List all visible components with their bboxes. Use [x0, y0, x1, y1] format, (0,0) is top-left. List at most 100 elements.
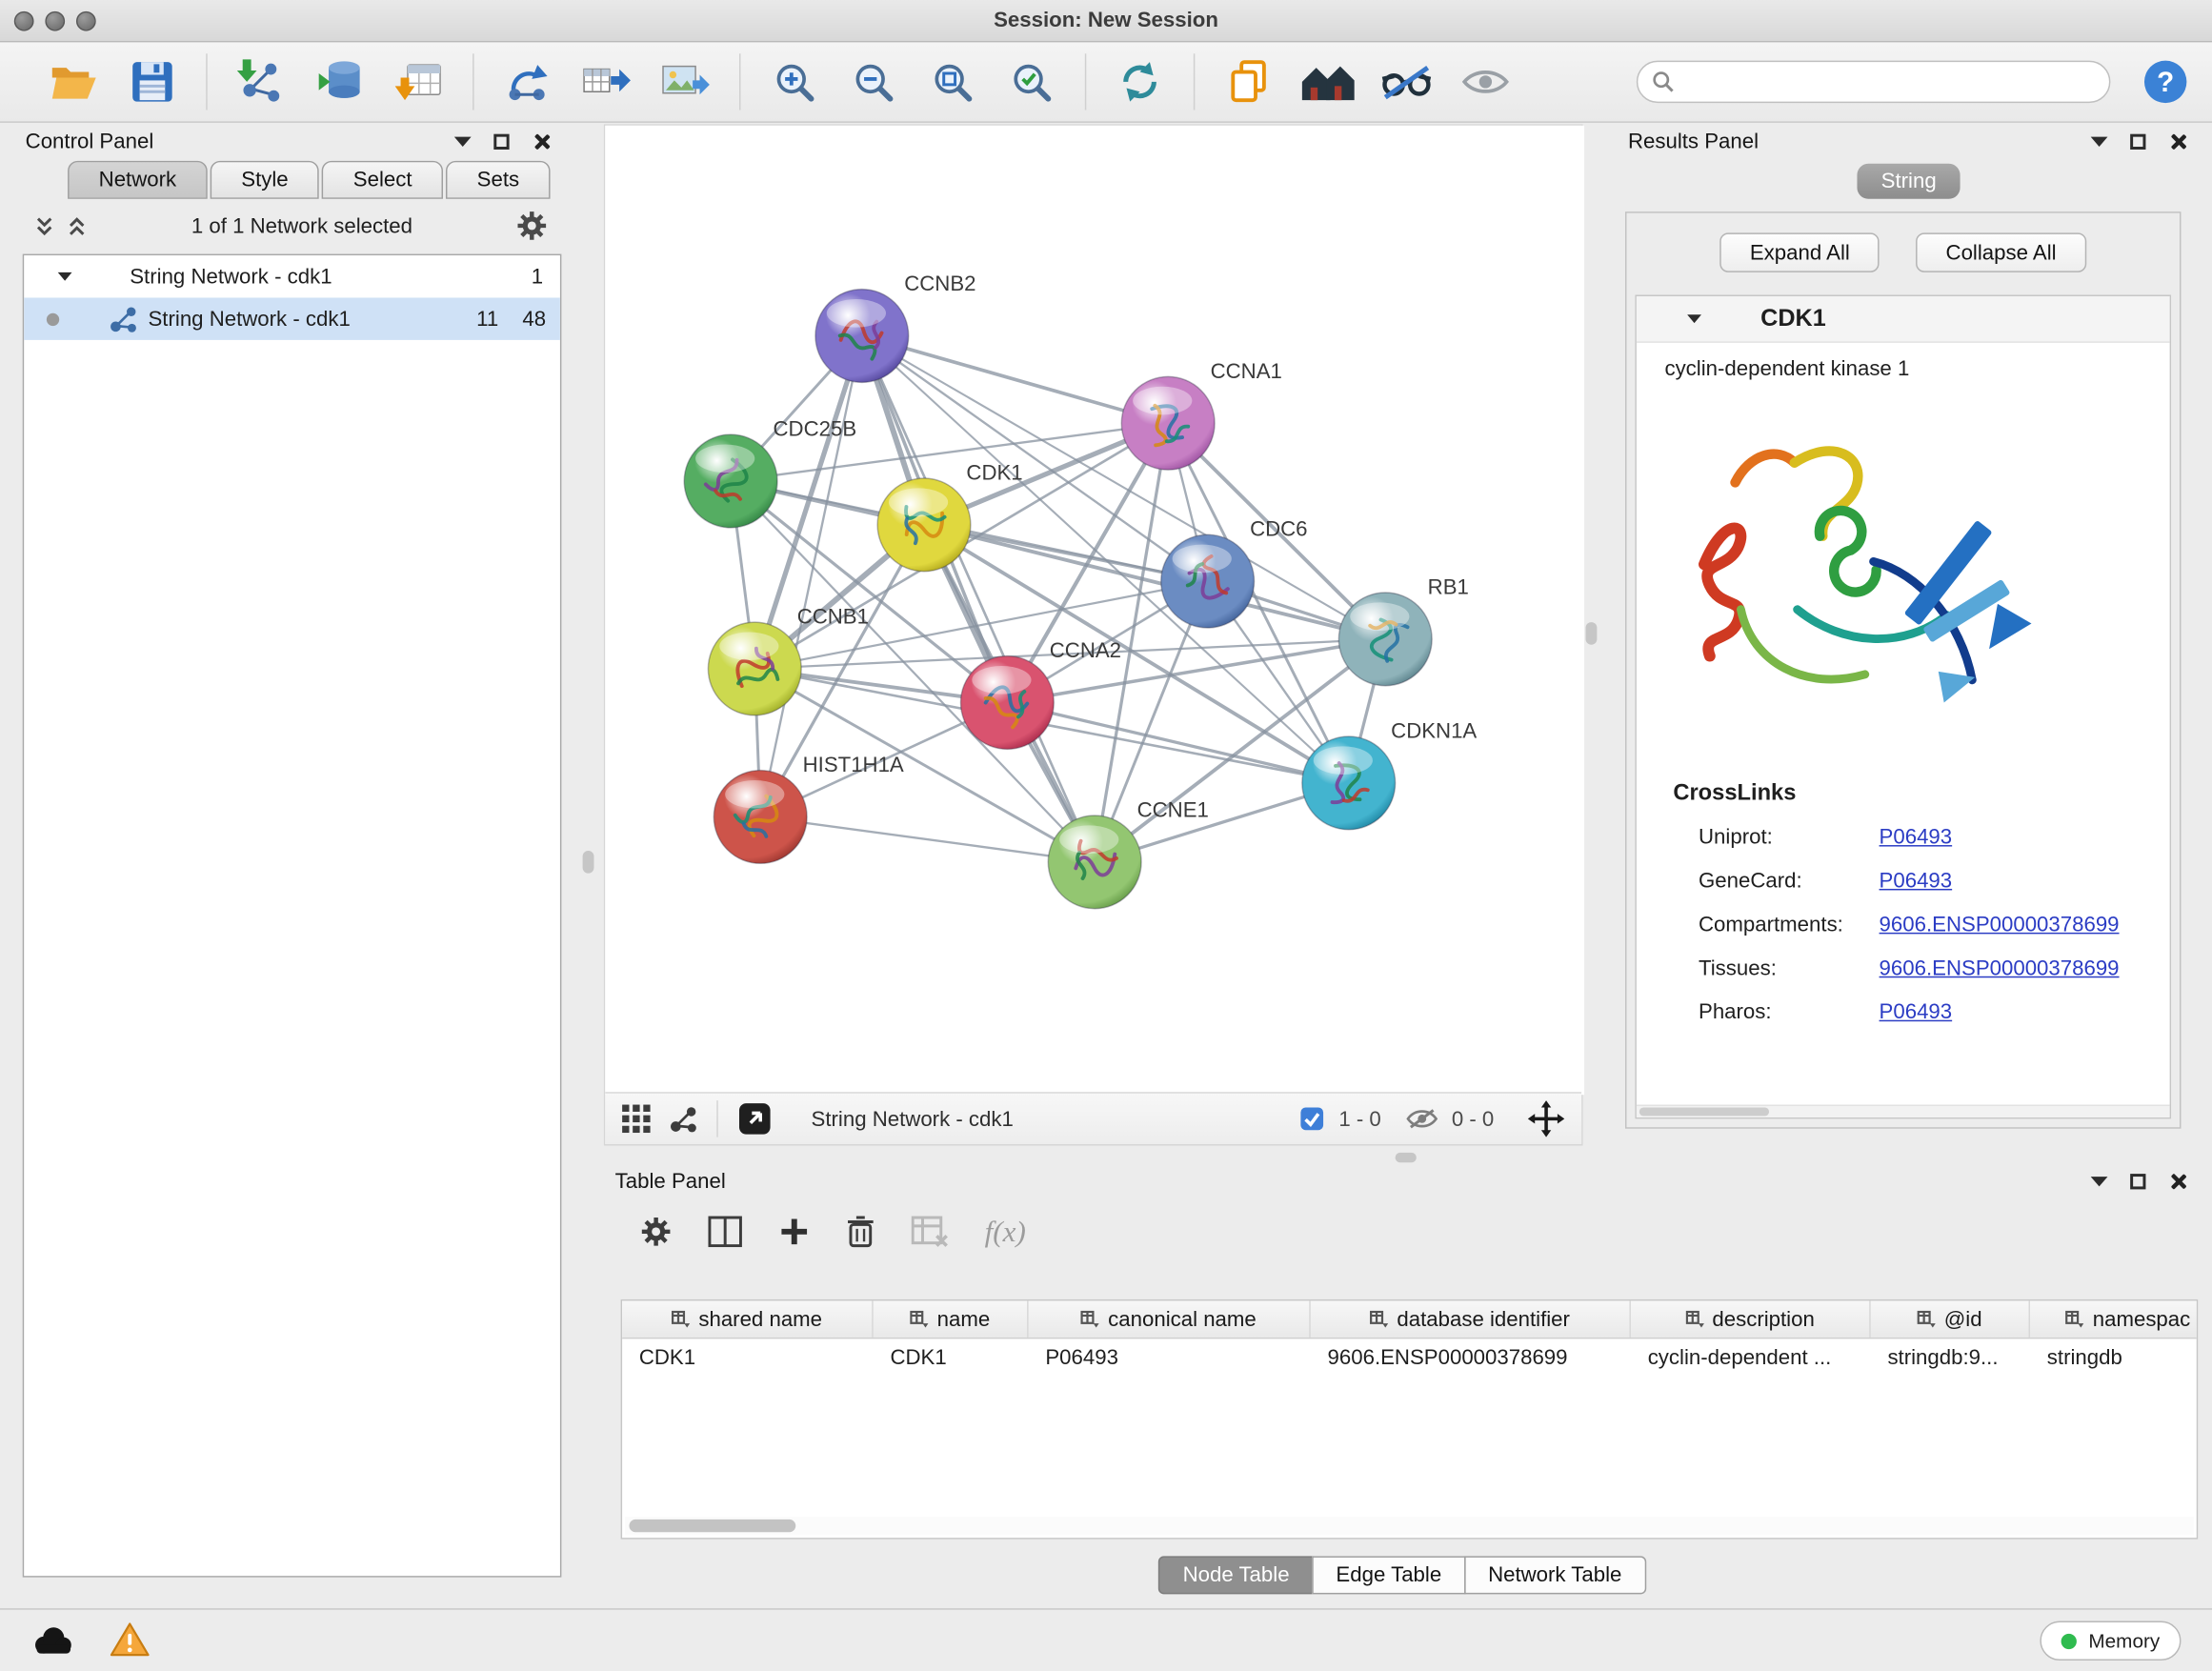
hide-graphics-details-button[interactable]	[1367, 50, 1446, 114]
zoom-selected-button[interactable]	[992, 50, 1071, 114]
tab-network-table[interactable]: Network Table	[1464, 1556, 1646, 1594]
collapse-all-button[interactable]: Collapse All	[1916, 232, 2085, 272]
network-edge[interactable]	[760, 335, 862, 816]
table-cell[interactable]: stringdb:9...	[1871, 1345, 2030, 1369]
network-node-CCNA1[interactable]	[1121, 376, 1215, 470]
network-edge[interactable]	[760, 816, 1095, 861]
float-table-panel-icon[interactable]	[2130, 1173, 2145, 1188]
delete-trash-icon[interactable]	[847, 1215, 875, 1249]
network-overview-icon[interactable]	[670, 1105, 696, 1132]
selected-checkbox-icon[interactable]	[1299, 1106, 1325, 1132]
network-node-CCNE1[interactable]	[1048, 815, 1141, 909]
birds-eye-grid-icon[interactable]	[622, 1105, 651, 1134]
close-panel-icon[interactable]	[532, 131, 550, 150]
table-cell[interactable]: 9606.ENSP00000378699	[1311, 1345, 1631, 1369]
show-graphics-details-button[interactable]	[1446, 50, 1525, 114]
collapse-table-panel-icon[interactable]	[2091, 1176, 2108, 1185]
pan-move-icon[interactable]	[1528, 1100, 1565, 1137]
refresh-view-button[interactable]	[1100, 50, 1179, 114]
zoom-in-button[interactable]	[754, 50, 834, 114]
tab-sets[interactable]: Sets	[446, 161, 551, 199]
column-header[interactable]: namespac	[2030, 1300, 2198, 1338]
collapse-all-icon[interactable]	[34, 215, 55, 236]
zoom-fit-button[interactable]	[913, 50, 992, 114]
column-header[interactable]: database identifier	[1311, 1300, 1631, 1338]
network-node-RB1[interactable]	[1338, 593, 1432, 686]
memory-button[interactable]: Memory	[2041, 1621, 2181, 1661]
table-horizontal-scrollbar[interactable]	[625, 1517, 2194, 1535]
tree-expander-icon[interactable]	[58, 272, 72, 281]
network-node-CDC6[interactable]	[1161, 534, 1255, 628]
export-image-button[interactable]	[646, 50, 725, 114]
search-input[interactable]	[1683, 70, 2095, 93]
toolbar-search[interactable]	[1637, 61, 2111, 103]
tab-network[interactable]: Network	[68, 161, 208, 199]
zoom-out-button[interactable]	[834, 50, 913, 114]
help-button[interactable]: ?	[2142, 58, 2189, 106]
network-node-CDKN1A[interactable]	[1302, 736, 1396, 830]
network-node-CDK1[interactable]	[877, 478, 971, 572]
export-view-icon[interactable]	[738, 1102, 773, 1137]
column-header[interactable]: name	[874, 1300, 1029, 1338]
tab-node-table[interactable]: Node Table	[1158, 1556, 1313, 1594]
function-builder-icon[interactable]: f(x)	[985, 1214, 1026, 1249]
column-header[interactable]: canonical name	[1029, 1300, 1311, 1338]
crosslink-link[interactable]: 9606.ENSP00000378699	[1880, 913, 2120, 936]
network-canvas[interactable]: CCNB2CCNA1CDC25BCDK1CDC6RB1CCNB1CCNA2CDK…	[605, 126, 1584, 1095]
float-results-icon[interactable]	[2130, 133, 2145, 149]
column-header[interactable]: @id	[1871, 1300, 2030, 1338]
network-node-CDC25B[interactable]	[684, 434, 777, 528]
network-options-gear-icon[interactable]	[516, 211, 548, 242]
table-row[interactable]: CDK1 CDK1 P06493 9606.ENSP00000378699 cy…	[622, 1339, 2197, 1376]
network-edge[interactable]	[862, 335, 1168, 423]
results-horizontal-scrollbar[interactable]	[1637, 1105, 2170, 1117]
column-header[interactable]: description	[1631, 1300, 1871, 1338]
annotations-button[interactable]	[1209, 50, 1288, 114]
cloud-button[interactable]	[31, 1626, 73, 1655]
network-edge[interactable]	[862, 335, 1095, 861]
import-table-button[interactable]	[379, 50, 458, 114]
warnings-button[interactable]	[111, 1622, 150, 1657]
crosslink-link[interactable]: P06493	[1880, 869, 1953, 893]
network-node-HIST1H1A[interactable]	[714, 771, 807, 864]
collapse-results-icon[interactable]	[2091, 136, 2108, 146]
column-header[interactable]: shared name	[622, 1300, 874, 1338]
network-node-CCNB1[interactable]	[708, 622, 801, 715]
network-collection-row[interactable]: String Network - cdk1 1	[24, 255, 560, 297]
protein-entry-header[interactable]: CDK1	[1637, 296, 2170, 343]
crosslink-link[interactable]: P06493	[1880, 1000, 1953, 1024]
network-row[interactable]: String Network - cdk1 11 48	[24, 297, 560, 339]
crosslink-link[interactable]: P06493	[1880, 825, 1953, 849]
bottom-splitter-handle[interactable]	[1396, 1153, 1417, 1162]
open-session-button[interactable]	[34, 50, 113, 114]
close-table-panel-icon[interactable]	[2168, 1172, 2186, 1190]
hidden-eye-slash-icon[interactable]	[1406, 1108, 1438, 1131]
save-session-button[interactable]	[112, 50, 191, 114]
import-network-database-button[interactable]	[300, 50, 379, 114]
add-icon[interactable]	[778, 1217, 810, 1248]
left-splitter-handle[interactable]	[583, 851, 594, 874]
table-cell[interactable]: P06493	[1029, 1345, 1311, 1369]
entry-expander-icon[interactable]	[1687, 314, 1701, 323]
tab-string[interactable]: String	[1857, 164, 1960, 199]
tab-style[interactable]: Style	[211, 161, 320, 199]
home-panels-button[interactable]	[1288, 50, 1367, 114]
network-node-CCNB2[interactable]	[815, 290, 909, 383]
expand-all-icon[interactable]	[67, 215, 88, 236]
table-settings-gear-icon[interactable]	[640, 1217, 672, 1248]
manage-columns-icon[interactable]	[708, 1217, 742, 1248]
table-cell[interactable]: CDK1	[874, 1345, 1029, 1369]
table-cell[interactable]: cyclin-dependent ...	[1631, 1345, 1871, 1369]
clone-network-button[interactable]	[488, 50, 567, 114]
close-results-icon[interactable]	[2168, 131, 2186, 150]
network-node-CCNA2[interactable]	[960, 656, 1054, 750]
crosslink-link[interactable]: 9606.ENSP00000378699	[1880, 956, 2120, 980]
collapse-panel-icon[interactable]	[454, 136, 472, 146]
expand-all-button[interactable]: Expand All	[1720, 232, 1880, 272]
import-network-file-button[interactable]	[222, 50, 301, 114]
float-panel-icon[interactable]	[493, 133, 509, 149]
right-splitter-handle[interactable]	[1586, 622, 1598, 645]
tab-select[interactable]: Select	[322, 161, 443, 199]
tab-edge-table[interactable]: Edge Table	[1312, 1556, 1465, 1594]
network-from-table-button[interactable]	[567, 50, 646, 114]
